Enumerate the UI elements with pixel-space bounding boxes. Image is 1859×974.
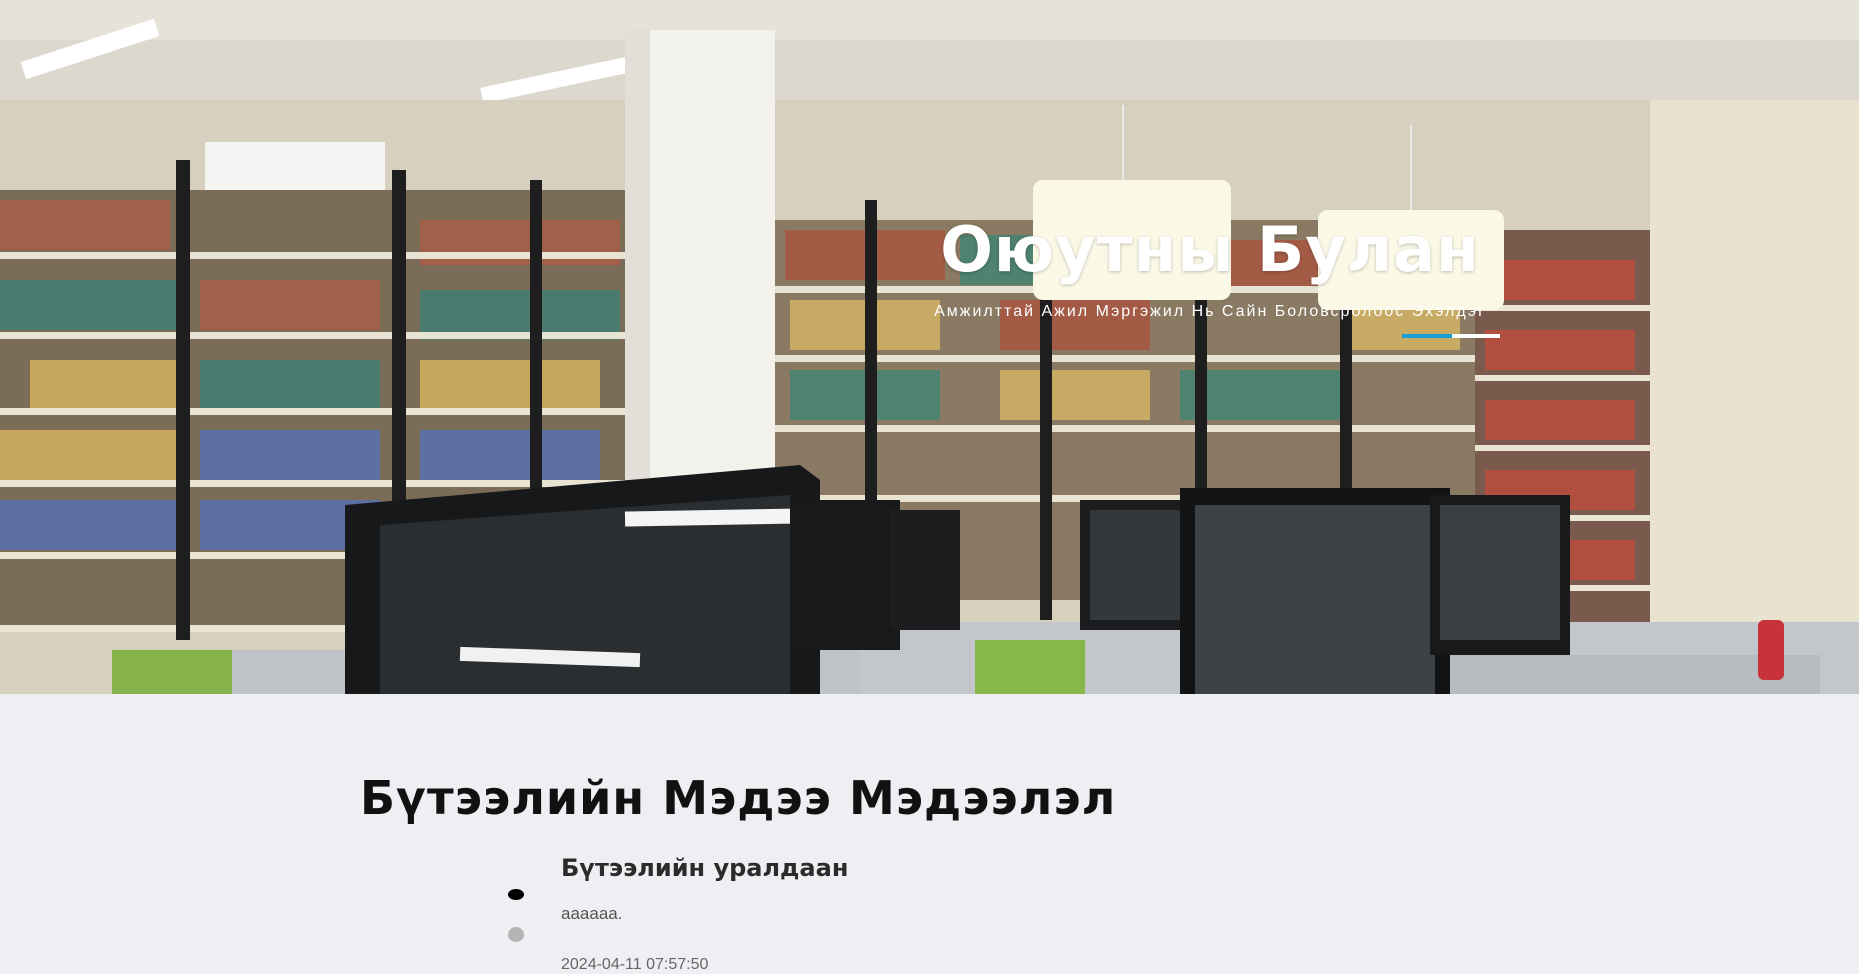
- timeline-dot[interactable]: [508, 927, 524, 942]
- hero-title: Оюутны Булан: [940, 213, 1480, 286]
- hero-underline: [1402, 334, 1500, 338]
- hero-banner: Оюутны Булан Амжилттай Ажил Мэргэжил Нь …: [0, 0, 1859, 694]
- hero-subtitle: Амжилттай Ажил Мэргэжил Нь Сайн Боловсро…: [934, 303, 1486, 320]
- library-photo: [0, 0, 1859, 694]
- news-section: Бүтээлийн Мэдээ Мэдээлэл Бүтээлийн уралд…: [0, 694, 1859, 973]
- section-title: Бүтээлийн Мэдээ Мэдээлэл: [360, 771, 1117, 825]
- hero-underline-white: [1452, 334, 1500, 338]
- hero-underline-accent: [1402, 334, 1452, 338]
- timeline-dot-active[interactable]: [508, 889, 524, 900]
- news-title-link[interactable]: Бүтээлийн уралдаан: [561, 854, 848, 882]
- news-date: 2024-04-11 07:57:50: [561, 956, 709, 973]
- news-body: аааааа.: [561, 904, 623, 923]
